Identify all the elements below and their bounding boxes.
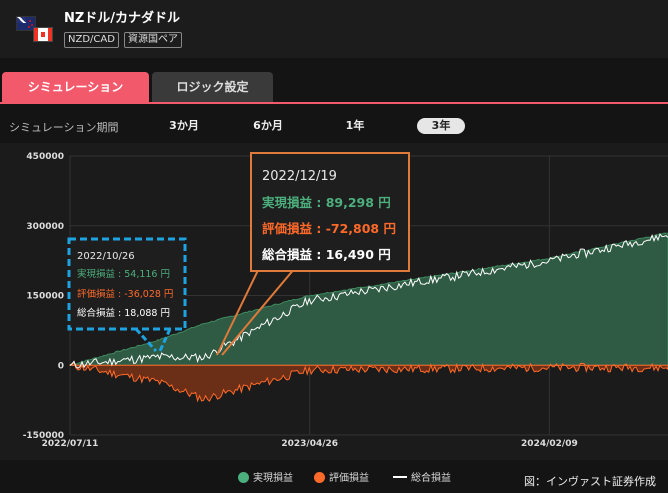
- realized-dot-icon: [238, 472, 249, 483]
- callout-orange-unrealized: 評価損益 : -72,808 円: [262, 221, 396, 236]
- x-axis-ticks: 2022/07/11 2023/04/26 2024/02/09: [42, 439, 578, 449]
- y-axis-ticks: 4500003000001500000-150000: [23, 152, 64, 441]
- y-tick-label: 0: [58, 361, 64, 371]
- unrealized-dot-icon: [314, 472, 325, 483]
- y-tick-label: 300000: [26, 222, 64, 232]
- x-tick-label: 2022/07/11: [42, 439, 99, 449]
- callout-orange-total: 総合損益 : 16,490 円: [262, 247, 391, 262]
- legend-realized: 実現損益: [238, 469, 293, 484]
- image-credit: 図：インヴァスト証券作成: [524, 475, 656, 488]
- callout-blue-total: 総合損益 : 18,088 円: [77, 307, 170, 319]
- profit-chart: 4500003000001500000-150000 2022/07/11 202…: [23, 152, 668, 449]
- y-tick-label: 450000: [26, 152, 64, 162]
- callout-blue-unrealized: 評価損益 : -36,028 円: [77, 288, 173, 300]
- legend-unrealized: 評価損益: [314, 469, 369, 484]
- callout-blue-realized: 実現損益 : 54,116 円: [77, 268, 170, 280]
- y-tick-label: 150000: [26, 292, 64, 302]
- unrealized-profit-area: [69, 361, 668, 403]
- legend-total: 総合損益: [393, 469, 451, 484]
- x-tick-label: 2024/02/09: [521, 439, 578, 449]
- total-line-icon: [393, 476, 407, 478]
- callout-orange-realized: 実現損益 : 89,298 円: [262, 195, 391, 210]
- callout-blue: 2022/10/26 実現損益 : 54,116 円 評価損益 : -36,02…: [67, 237, 187, 353]
- x-tick-label: 2023/04/26: [281, 439, 338, 449]
- callout-orange-date: 2022/12/19: [262, 169, 337, 184]
- callout-blue-date: 2022/10/26: [77, 251, 135, 262]
